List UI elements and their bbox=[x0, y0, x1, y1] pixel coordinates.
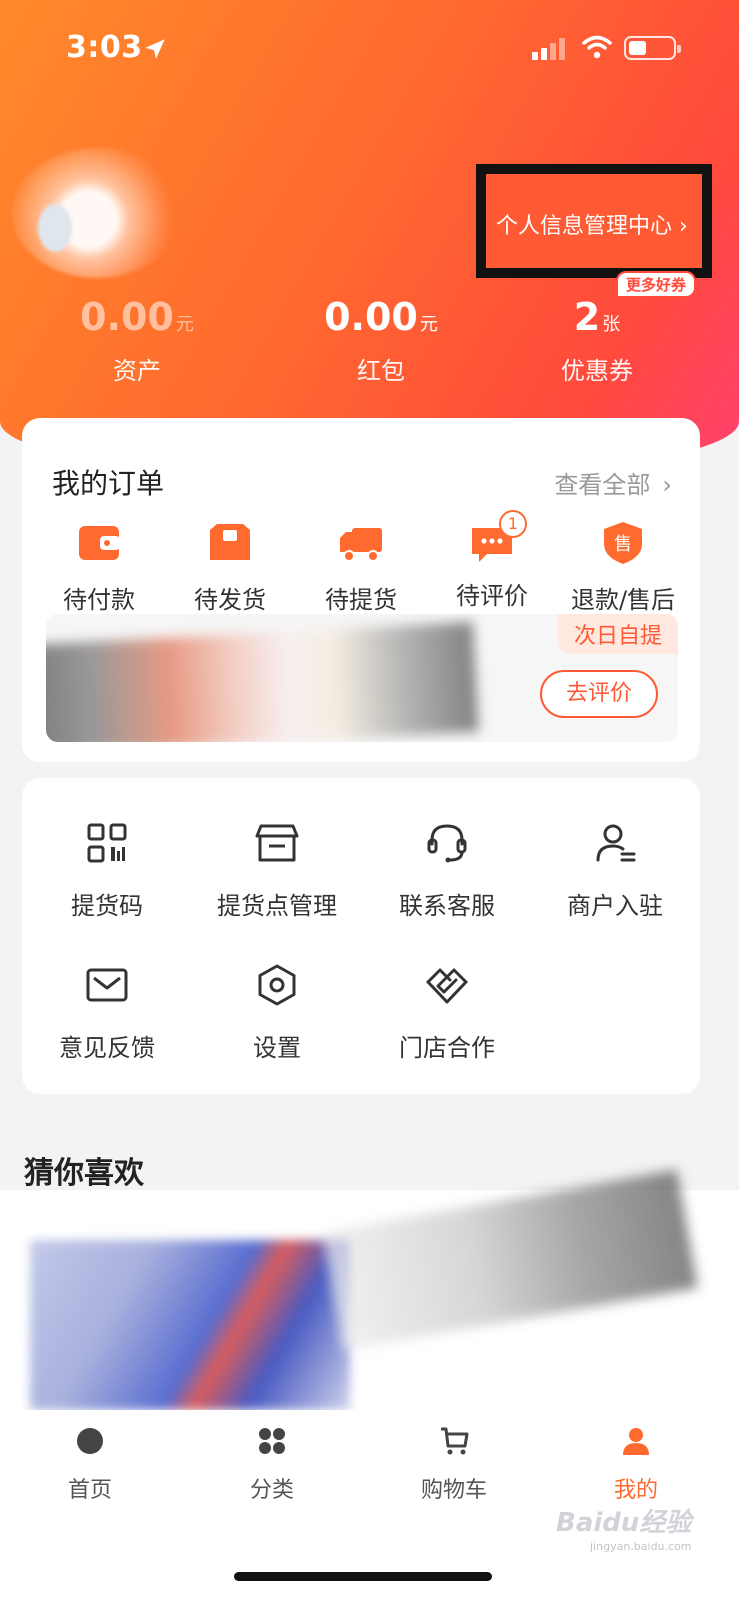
order-preview[interactable]: 次日自提 去评价 bbox=[46, 614, 678, 742]
box-icon bbox=[210, 524, 250, 560]
stat-value: 2 bbox=[573, 295, 601, 339]
order-pending-pickup[interactable]: 待提货 bbox=[296, 520, 426, 615]
stat-red-packet[interactable]: 0.00 元 红包 bbox=[286, 295, 476, 386]
watermark-logo: Baidu经验 bbox=[556, 1508, 692, 1538]
battery-icon bbox=[624, 36, 681, 60]
order-pending-shipment[interactable]: 待发货 bbox=[165, 520, 295, 615]
home-icon bbox=[77, 1428, 103, 1454]
settings-icon bbox=[258, 964, 296, 1006]
service-feedback[interactable]: 意见反馈 bbox=[22, 962, 192, 1063]
stat-coupons[interactable]: 2张 优惠券 bbox=[502, 295, 692, 386]
stat-label: 资产 bbox=[113, 357, 161, 385]
merchant-icon bbox=[596, 824, 636, 862]
order-pending-review[interactable]: 1 待评价 bbox=[427, 510, 557, 611]
stat-value: 0.00 bbox=[324, 295, 418, 339]
profile-center-link[interactable]: 个人信息管理中心 › bbox=[496, 208, 688, 240]
order-label: 待发货 bbox=[194, 586, 266, 614]
truck-icon bbox=[340, 528, 382, 562]
wallet-icon bbox=[79, 526, 120, 560]
service-customer-support[interactable]: 联系客服 bbox=[362, 820, 532, 921]
review-count-badge: 1 bbox=[499, 510, 527, 538]
tab-label: 我的 bbox=[613, 1478, 658, 1503]
cart-icon bbox=[441, 1427, 469, 1455]
service-label: 提货码 bbox=[71, 892, 143, 920]
profile-center-label: 个人信息管理中心 bbox=[496, 214, 673, 239]
qr-code-icon bbox=[87, 823, 127, 863]
chevron-right-icon: › bbox=[679, 214, 688, 239]
wifi-icon bbox=[582, 35, 612, 59]
stat-label: 红包 bbox=[357, 357, 405, 385]
status-bar: 3:03 bbox=[0, 0, 739, 100]
chevron-right-icon: › bbox=[662, 471, 672, 499]
guess-you-like-title: 猜你喜欢 bbox=[24, 1156, 144, 1191]
service-label: 门店合作 bbox=[399, 1034, 495, 1062]
tab-cart[interactable]: 购物车 bbox=[384, 1426, 524, 1504]
redacted-recommendations[interactable] bbox=[0, 1169, 739, 1430]
mail-icon bbox=[86, 968, 128, 1002]
order-label: 待付款 bbox=[63, 586, 135, 614]
headset-icon bbox=[427, 824, 467, 863]
pickup-tag: 次日自提 bbox=[557, 614, 678, 654]
stat-label: 优惠券 bbox=[561, 357, 633, 385]
tab-home[interactable]: 首页 bbox=[20, 1426, 160, 1504]
tab-category[interactable]: 分类 bbox=[202, 1426, 342, 1504]
service-pickup-point[interactable]: 提货点管理 bbox=[192, 820, 362, 921]
more-coupons-badge[interactable]: 更多好券 bbox=[616, 271, 697, 298]
service-label: 设置 bbox=[253, 1034, 301, 1062]
order-after-sale[interactable]: 售 退款/售后 bbox=[558, 520, 688, 615]
stat-value: 0.00 bbox=[80, 295, 174, 339]
after-sale-icon: 售 bbox=[604, 522, 642, 564]
view-all-orders-link[interactable]: 查看全部 › bbox=[554, 465, 672, 500]
view-all-label: 查看全部 bbox=[554, 471, 651, 499]
service-store-cooperation[interactable]: 门店合作 bbox=[362, 962, 532, 1063]
stat-unit: 元 bbox=[175, 314, 194, 335]
profile-icon bbox=[623, 1428, 649, 1455]
service-pickup-code[interactable]: 提货码 bbox=[22, 820, 192, 921]
redacted-product-image bbox=[46, 621, 479, 742]
service-settings[interactable]: 设置 bbox=[192, 962, 362, 1063]
svg-text:售: 售 bbox=[614, 534, 632, 555]
avatar[interactable] bbox=[12, 148, 182, 278]
order-label: 退款/售后 bbox=[570, 586, 676, 614]
tab-label: 分类 bbox=[249, 1478, 294, 1503]
status-time: 3:03 bbox=[66, 30, 143, 65]
service-label: 联系客服 bbox=[399, 892, 495, 920]
order-label: 待提货 bbox=[325, 586, 397, 614]
service-label: 意见反馈 bbox=[59, 1034, 155, 1062]
handshake-icon bbox=[426, 968, 468, 1004]
stat-unit: 张 bbox=[602, 314, 621, 335]
home-indicator[interactable] bbox=[234, 1572, 492, 1581]
order-label: 待评价 bbox=[456, 582, 528, 610]
order-pending-payment[interactable]: 待付款 bbox=[34, 520, 164, 615]
tab-profile[interactable]: 我的 bbox=[566, 1426, 706, 1504]
store-icon bbox=[255, 824, 299, 862]
review-button[interactable]: 去评价 bbox=[540, 670, 658, 718]
services-card: 提货码 提货点管理 联系客服 商户入驻 意见反馈 设置 门店合作 bbox=[22, 778, 700, 1094]
category-icon bbox=[259, 1428, 285, 1454]
stat-assets[interactable]: 0.00 元 资产 bbox=[42, 295, 232, 386]
location-arrow-icon bbox=[145, 39, 165, 59]
stat-unit: 元 bbox=[419, 314, 438, 335]
orders-title: 我的订单 bbox=[52, 467, 165, 500]
service-merchant-join[interactable]: 商户入驻 bbox=[530, 820, 700, 921]
signal-icon bbox=[532, 38, 568, 60]
watermark-url: jingyan.baidu.com bbox=[590, 1540, 692, 1553]
service-label: 提货点管理 bbox=[217, 892, 337, 920]
profile-link-highlight: 个人信息管理中心 › bbox=[476, 164, 712, 278]
service-label: 商户入驻 bbox=[567, 892, 663, 920]
orders-card: 我的订单 查看全部 › 待付款 待发货 待提货 1 待评价 售 退款/售后 次日… bbox=[22, 418, 700, 762]
tab-label: 购物车 bbox=[420, 1478, 487, 1503]
tab-label: 首页 bbox=[67, 1478, 112, 1503]
